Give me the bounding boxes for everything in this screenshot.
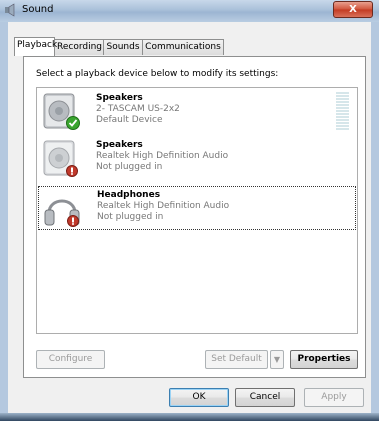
properties-button[interactable]: Properties [290,350,358,369]
apply-button[interactable]: Apply [304,388,364,407]
volume-level-meter [336,92,349,132]
device-name: Speakers [96,93,143,103]
device-status: Not plugged in [97,212,164,222]
ok-button[interactable]: OK [169,388,229,407]
title-bar[interactable]: Sound X [0,0,379,23]
device-status: Not plugged in [96,162,163,172]
list-item[interactable]: Speakers Realtek High Definition Audio N… [38,137,356,181]
tab-playback[interactable]: Playback [14,37,57,56]
list-item[interactable]: Headphones Realtek High Definition Audio… [38,186,356,230]
device-status: Default Device [96,115,163,125]
set-default-button[interactable]: Set Default [205,350,268,369]
window-frame-left [0,22,8,421]
speaker-app-icon [5,3,15,17]
list-item[interactable]: Speakers 2- TASCAM US-2x2 Default Device [38,90,356,134]
close-button[interactable]: X [333,1,373,18]
window-frame-bottom [0,413,379,421]
device-description: 2- TASCAM US-2x2 [96,104,180,114]
device-description: Realtek High Definition Audio [96,151,229,161]
tab-sounds[interactable]: Sounds [103,39,143,55]
tab-communications[interactable]: Communications [142,39,224,55]
chevron-down-icon: ▼ [273,355,281,364]
window-title: Sound [22,4,54,15]
check-badge-icon [66,116,80,130]
device-name: Speakers [96,140,143,150]
sound-dialog: Sound X Playback Recording Sounds Commun… [0,0,379,421]
device-name: Headphones [97,190,161,200]
cancel-button[interactable]: Cancel [235,388,295,407]
set-default-dropdown[interactable]: ▼ [270,350,284,369]
configure-button[interactable]: Configure [36,350,105,369]
unplugged-badge-icon [67,215,79,227]
window-frame-right [371,22,379,421]
device-description: Realtek High Definition Audio [97,201,230,211]
tab-recording[interactable]: Recording [54,39,104,55]
unplugged-badge-icon [66,165,78,177]
instruction-text: Select a playback device below to modify… [36,69,279,79]
